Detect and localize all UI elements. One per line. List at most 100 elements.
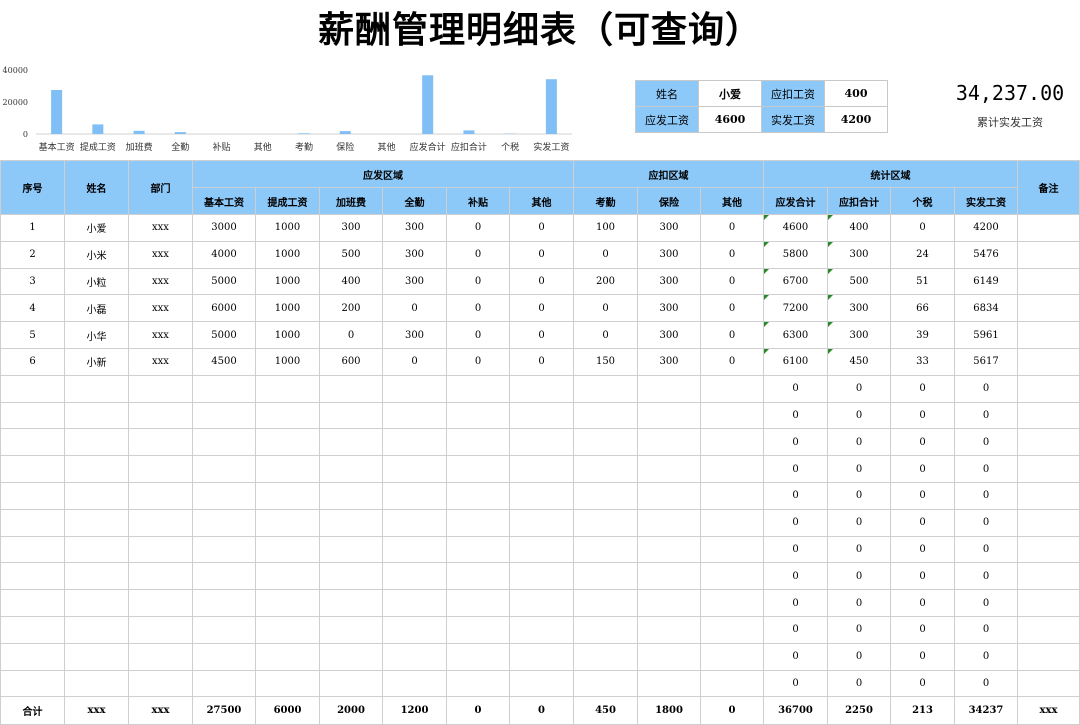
table-cell[interactable] bbox=[193, 509, 256, 536]
table-cell[interactable]: 0 bbox=[955, 402, 1018, 429]
table-cell[interactable]: xxx bbox=[129, 348, 193, 375]
table-cell[interactable] bbox=[701, 429, 764, 456]
table-cell[interactable] bbox=[193, 429, 256, 456]
table-cell[interactable] bbox=[574, 563, 638, 590]
table-cell[interactable]: 600 bbox=[320, 348, 383, 375]
table-cell[interactable] bbox=[256, 456, 320, 483]
table-cell[interactable] bbox=[1018, 402, 1080, 429]
table-cell[interactable] bbox=[383, 643, 447, 670]
table-cell[interactable] bbox=[320, 590, 383, 617]
table-cell[interactable]: 300 bbox=[638, 348, 701, 375]
table-cell[interactable]: 33 bbox=[891, 348, 955, 375]
table-cell[interactable] bbox=[574, 616, 638, 643]
table-cell[interactable] bbox=[193, 670, 256, 697]
table-cell[interactable]: 300 bbox=[320, 215, 383, 242]
table-cell[interactable] bbox=[1018, 215, 1080, 242]
table-cell[interactable] bbox=[447, 536, 510, 563]
table-cell[interactable] bbox=[383, 456, 447, 483]
table-cell[interactable]: 0 bbox=[891, 536, 955, 563]
table-cell[interactable]: 1000 bbox=[256, 215, 320, 242]
table-cell[interactable]: 0 bbox=[955, 643, 1018, 670]
table-cell[interactable]: 0 bbox=[764, 482, 828, 509]
table-cell[interactable] bbox=[701, 670, 764, 697]
table-cell[interactable]: 5 bbox=[1, 322, 65, 349]
table-cell[interactable] bbox=[510, 482, 574, 509]
table-cell[interactable] bbox=[129, 590, 193, 617]
table-cell[interactable] bbox=[193, 563, 256, 590]
table-cell[interactable]: 0 bbox=[955, 536, 1018, 563]
table-cell[interactable] bbox=[638, 563, 701, 590]
table-cell[interactable] bbox=[447, 482, 510, 509]
table-cell[interactable] bbox=[447, 670, 510, 697]
table-cell[interactable]: 400 bbox=[320, 268, 383, 295]
table-cell[interactable]: 0 bbox=[828, 509, 891, 536]
table-cell[interactable] bbox=[256, 563, 320, 590]
table-cell[interactable] bbox=[129, 482, 193, 509]
table-cell[interactable] bbox=[638, 482, 701, 509]
table-cell[interactable] bbox=[320, 402, 383, 429]
table-cell[interactable] bbox=[320, 563, 383, 590]
table-cell[interactable]: 0 bbox=[574, 322, 638, 349]
table-cell[interactable]: xxx bbox=[129, 215, 193, 242]
table-cell[interactable]: 0 bbox=[828, 402, 891, 429]
table-cell[interactable] bbox=[65, 536, 129, 563]
table-cell[interactable] bbox=[383, 429, 447, 456]
table-cell[interactable] bbox=[1018, 536, 1080, 563]
table-cell[interactable] bbox=[1018, 456, 1080, 483]
table-cell[interactable]: 300 bbox=[383, 241, 447, 268]
table-cell[interactable]: 300 bbox=[383, 268, 447, 295]
table-cell[interactable] bbox=[574, 509, 638, 536]
table-cell[interactable] bbox=[510, 616, 574, 643]
table-cell[interactable] bbox=[1018, 241, 1080, 268]
table-cell[interactable]: 0 bbox=[510, 348, 574, 375]
table-cell[interactable] bbox=[447, 509, 510, 536]
table-cell[interactable]: 0 bbox=[510, 268, 574, 295]
table-cell[interactable] bbox=[447, 402, 510, 429]
table-cell[interactable]: 0 bbox=[447, 322, 510, 349]
table-cell[interactable] bbox=[320, 482, 383, 509]
table-cell[interactable]: 0 bbox=[320, 322, 383, 349]
table-cell[interactable] bbox=[510, 670, 574, 697]
table-cell[interactable] bbox=[447, 375, 510, 402]
table-cell[interactable] bbox=[574, 643, 638, 670]
table-cell[interactable]: 0 bbox=[764, 670, 828, 697]
table-cell[interactable]: 0 bbox=[701, 215, 764, 242]
table-cell[interactable] bbox=[65, 563, 129, 590]
table-cell[interactable] bbox=[1018, 375, 1080, 402]
table-cell[interactable]: 5000 bbox=[193, 322, 256, 349]
table-cell[interactable]: 4 bbox=[1, 295, 65, 322]
table-cell[interactable] bbox=[65, 429, 129, 456]
table-cell[interactable]: 5800 bbox=[764, 241, 828, 268]
name-query-input[interactable]: 小爱 bbox=[699, 81, 762, 107]
table-cell[interactable]: 4200 bbox=[955, 215, 1018, 242]
table-cell[interactable] bbox=[193, 482, 256, 509]
table-cell[interactable]: 0 bbox=[828, 536, 891, 563]
table-cell[interactable]: 0 bbox=[764, 456, 828, 483]
table-cell[interactable] bbox=[65, 402, 129, 429]
table-cell[interactable]: 1 bbox=[1, 215, 65, 242]
table-cell[interactable]: 6100 bbox=[764, 348, 828, 375]
table-cell[interactable]: 51 bbox=[891, 268, 955, 295]
table-cell[interactable]: 1000 bbox=[256, 348, 320, 375]
table-cell[interactable]: 0 bbox=[828, 375, 891, 402]
table-cell[interactable] bbox=[701, 590, 764, 617]
table-cell[interactable] bbox=[1, 590, 65, 617]
table-cell[interactable] bbox=[701, 536, 764, 563]
table-cell[interactable] bbox=[447, 616, 510, 643]
table-cell[interactable] bbox=[1, 429, 65, 456]
table-cell[interactable] bbox=[320, 616, 383, 643]
table-cell[interactable]: 0 bbox=[955, 375, 1018, 402]
table-cell[interactable] bbox=[1, 643, 65, 670]
table-cell[interactable]: 500 bbox=[320, 241, 383, 268]
table-cell[interactable] bbox=[193, 590, 256, 617]
table-cell[interactable]: 0 bbox=[828, 670, 891, 697]
table-cell[interactable]: 0 bbox=[701, 295, 764, 322]
table-cell[interactable] bbox=[1018, 482, 1080, 509]
table-cell[interactable] bbox=[574, 402, 638, 429]
table-cell[interactable]: 200 bbox=[320, 295, 383, 322]
table-cell[interactable] bbox=[574, 590, 638, 617]
table-cell[interactable] bbox=[701, 482, 764, 509]
table-cell[interactable] bbox=[256, 375, 320, 402]
table-cell[interactable]: 0 bbox=[447, 215, 510, 242]
table-cell[interactable]: 0 bbox=[891, 509, 955, 536]
